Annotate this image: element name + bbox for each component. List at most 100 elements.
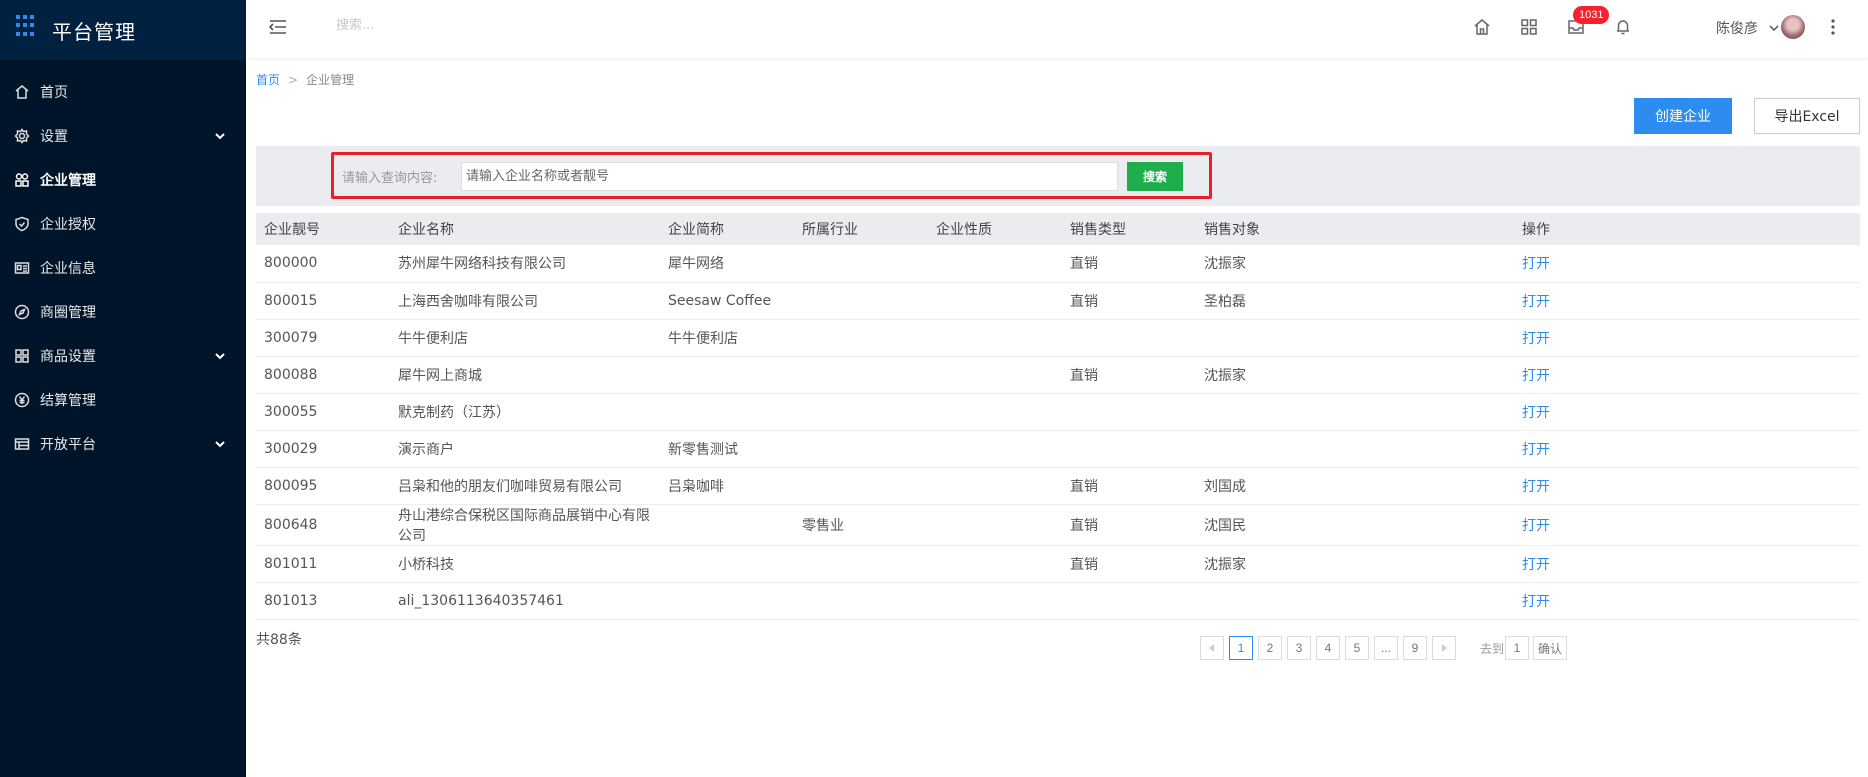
table-cell: 直销 bbox=[1062, 545, 1196, 583]
menu-toggle-icon[interactable] bbox=[268, 18, 287, 36]
table-cell bbox=[928, 582, 1062, 620]
table-cell bbox=[1062, 393, 1196, 431]
table-row: 300079 牛牛便利店 牛牛便利店 打开 bbox=[256, 319, 1860, 357]
username[interactable]: 陈俊彦 bbox=[1716, 18, 1758, 38]
sidebar-item-product-settings[interactable]: 商品设置 bbox=[0, 334, 246, 378]
bell-icon[interactable] bbox=[1614, 18, 1632, 36]
sidebar-item-label: 企业信息 bbox=[40, 261, 96, 277]
table-cell bbox=[660, 356, 794, 394]
chevron-down-icon[interactable] bbox=[1769, 21, 1779, 32]
table-cell: 新零售测试 bbox=[660, 430, 794, 468]
table-cell bbox=[928, 282, 1062, 320]
total-count: 共88条 bbox=[256, 632, 302, 648]
sidebar-item-label: 商品设置 bbox=[40, 349, 96, 365]
table-row: 300055 默克制药（江苏） 打开 bbox=[256, 393, 1860, 431]
table-cell bbox=[928, 430, 1062, 468]
brand: 平台管理 bbox=[0, 0, 246, 60]
page-button[interactable]: 2 bbox=[1258, 636, 1282, 660]
page-ellipsis[interactable]: ... bbox=[1374, 636, 1398, 660]
page-button[interactable]: 4 bbox=[1316, 636, 1340, 660]
table-cell: 沈振家 bbox=[1196, 545, 1514, 583]
breadcrumb-current: 企业管理 bbox=[306, 73, 355, 87]
sidebar-item-authorization[interactable]: 企业授权 bbox=[0, 202, 246, 246]
table-cell: 沈振家 bbox=[1196, 356, 1514, 394]
column-header: 企业名称 bbox=[390, 213, 660, 245]
open-link[interactable]: 打开 bbox=[1514, 545, 1860, 583]
open-link[interactable]: 打开 bbox=[1514, 319, 1860, 357]
table-cell: Seesaw Coffee bbox=[660, 282, 794, 320]
sidebar-item-settings[interactable]: 设置 bbox=[0, 114, 246, 158]
prev-page-button[interactable] bbox=[1200, 636, 1224, 660]
table-row: 800095 吕枭和他的朋友们咖啡贸易有限公司 吕枭咖啡 直销 刘国成 打开 bbox=[256, 467, 1860, 505]
sidebar-menu: 首页 设置 企业管理 企业授权 企业信息 商圈管理 商品设置 结算管理 开放平台 bbox=[0, 60, 246, 466]
table-cell: ali_1306113640357461 bbox=[390, 582, 660, 620]
sidebar-item-enterprise[interactable]: 企业管理 bbox=[0, 158, 246, 202]
breadcrumb-home-link[interactable]: 首页 bbox=[256, 73, 280, 87]
table-cell: 圣柏磊 bbox=[1196, 282, 1514, 320]
table-cell: 直销 bbox=[1062, 356, 1196, 394]
sidebar-item-label: 设置 bbox=[40, 129, 68, 145]
export-excel-button[interactable]: 导出Excel bbox=[1754, 98, 1860, 134]
table-cell bbox=[794, 393, 928, 431]
sidebar-item-home[interactable]: 首页 bbox=[0, 70, 246, 114]
table-cell bbox=[928, 393, 1062, 431]
sidebar: 平台管理 首页 设置 企业管理 企业授权 企业信息 商圈管理 商品设置 结算管理… bbox=[0, 0, 246, 777]
open-link[interactable]: 打开 bbox=[1514, 245, 1860, 283]
sidebar-item-label: 企业授权 bbox=[40, 217, 96, 233]
home-icon[interactable] bbox=[1473, 18, 1491, 36]
open-link[interactable]: 打开 bbox=[1514, 393, 1860, 431]
table-cell bbox=[928, 467, 1062, 505]
table-cell: 直销 bbox=[1062, 467, 1196, 505]
table-cell: 吕枭和他的朋友们咖啡贸易有限公司 bbox=[390, 467, 660, 505]
table-row: 801013 ali_1306113640357461 打开 bbox=[256, 582, 1860, 620]
confirm-goto-button[interactable]: 确认 bbox=[1533, 636, 1567, 660]
page-button[interactable]: 5 bbox=[1345, 636, 1369, 660]
avatar[interactable] bbox=[1781, 15, 1805, 39]
table-cell bbox=[794, 582, 928, 620]
open-link[interactable]: 打开 bbox=[1514, 504, 1860, 546]
table-cell: 苏州犀牛网络科技有限公司 bbox=[390, 245, 660, 283]
sidebar-item-label: 结算管理 bbox=[40, 393, 96, 409]
table-header-row: 企业靓号 企业名称 企业简称 所属行业 企业性质 销售类型 销售对象 操作 bbox=[256, 213, 1860, 245]
table-cell: 800015 bbox=[256, 282, 390, 320]
table-cell bbox=[1196, 393, 1514, 431]
open-link[interactable]: 打开 bbox=[1514, 467, 1860, 505]
page-button[interactable]: 1 bbox=[1229, 636, 1253, 660]
grid-icon bbox=[14, 348, 30, 364]
enterprise-search-input[interactable] bbox=[461, 162, 1118, 191]
page-button[interactable]: 9 bbox=[1403, 636, 1427, 660]
sidebar-item-info[interactable]: 企业信息 bbox=[0, 246, 246, 290]
table-cell bbox=[794, 356, 928, 394]
table-cell: 直销 bbox=[1062, 282, 1196, 320]
open-link[interactable]: 打开 bbox=[1514, 582, 1860, 620]
sidebar-item-open-platform[interactable]: 开放平台 bbox=[0, 422, 246, 466]
table-cell bbox=[794, 319, 928, 357]
table-row: 800000 苏州犀牛网络科技有限公司 犀牛网络 直销 沈振家 打开 bbox=[256, 245, 1860, 283]
table-row: 800088 犀牛网上商城 直销 沈振家 打开 bbox=[256, 356, 1860, 394]
create-enterprise-button[interactable]: 创建企业 bbox=[1634, 98, 1732, 134]
more-vertical-icon[interactable] bbox=[1831, 18, 1835, 36]
search-button[interactable]: 搜索 bbox=[1127, 162, 1183, 191]
goto-page-input[interactable] bbox=[1505, 636, 1529, 660]
table-cell: 舟山港综合保税区国际商品展销中心有限公司 bbox=[390, 504, 660, 546]
apps-grid-icon[interactable] bbox=[1520, 18, 1538, 36]
gear-icon bbox=[14, 128, 30, 144]
shield-icon bbox=[14, 216, 30, 232]
sidebar-item-label: 企业管理 bbox=[40, 173, 96, 189]
open-link[interactable]: 打开 bbox=[1514, 430, 1860, 468]
open-link[interactable]: 打开 bbox=[1514, 282, 1860, 320]
table-cell: 800648 bbox=[256, 504, 390, 546]
sidebar-item-business-circle[interactable]: 商圈管理 bbox=[0, 290, 246, 334]
sidebar-item-settlement[interactable]: 结算管理 bbox=[0, 378, 246, 422]
enterprise-table: 企业靓号 企业名称 企业简称 所属行业 企业性质 销售类型 销售对象 操作 80… bbox=[256, 213, 1860, 620]
topbar: 1031 陈俊彦 bbox=[246, 0, 1868, 58]
column-header: 所属行业 bbox=[794, 213, 928, 245]
open-link[interactable]: 打开 bbox=[1514, 356, 1860, 394]
table-cell: 演示商户 bbox=[390, 430, 660, 468]
filter-bar: 请输入查询内容: 搜索 bbox=[256, 146, 1860, 206]
global-search-input[interactable] bbox=[336, 18, 616, 33]
page-button[interactable]: 3 bbox=[1287, 636, 1311, 660]
next-page-button[interactable] bbox=[1432, 636, 1456, 660]
table-cell: 300079 bbox=[256, 319, 390, 357]
table-cell: 牛牛便利店 bbox=[660, 319, 794, 357]
